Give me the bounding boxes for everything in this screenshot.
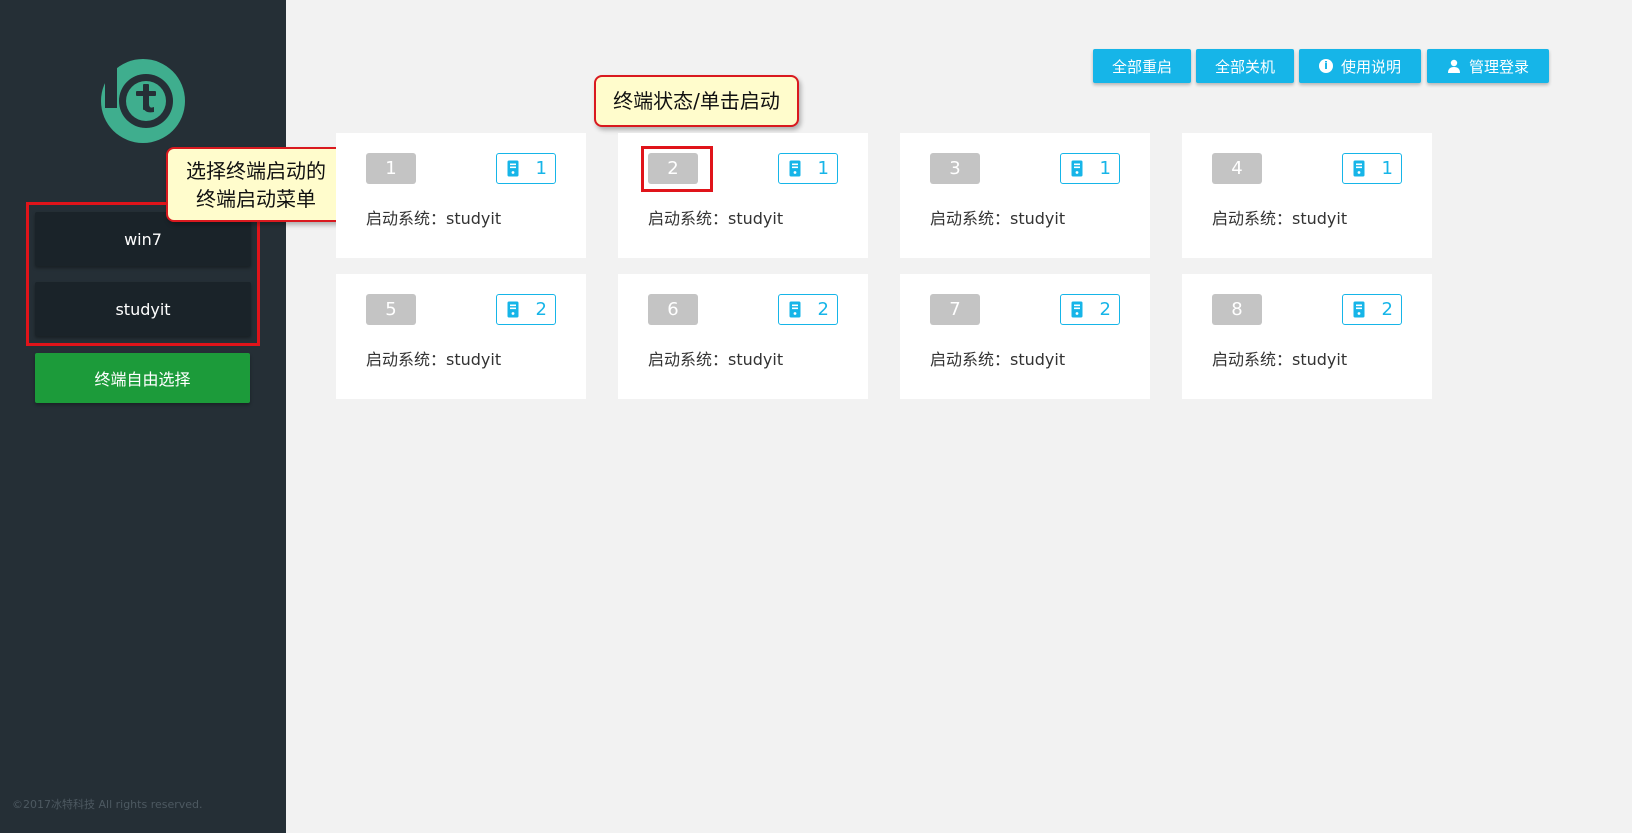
boot-system-line: 启动系统：studyit [366, 346, 501, 370]
terminal-count: 1 [1099, 158, 1111, 179]
callout-terminal-status-text: 终端状态/单击启动 [613, 89, 780, 113]
boot-system-value: studyit [1010, 350, 1066, 369]
boot-system-label: 启动系统： [930, 209, 1011, 228]
boot-system-value: studyit [446, 350, 502, 369]
terminal-count: 1 [817, 158, 829, 179]
terminal-number-badge: 8 [1212, 294, 1262, 325]
terminal-count-badge: 2 [778, 294, 838, 325]
pc-tower-icon [789, 301, 801, 318]
terminal-count-badge: 1 [1060, 153, 1120, 184]
boot-system-label: 启动系统： [648, 350, 729, 369]
boot-system-line: 启动系统：studyit [366, 205, 501, 229]
manual-button[interactable]: i 使用说明 [1299, 49, 1421, 83]
boot-system-label: 启动系统： [1212, 350, 1293, 369]
brand-logo-icon [101, 59, 185, 143]
terminal-count: 2 [817, 299, 829, 320]
free-select-button[interactable]: 终端自由选择 [35, 353, 250, 403]
user-icon [1447, 59, 1460, 73]
boot-system-value: studyit [728, 350, 784, 369]
terminal-number-badge: 1 [366, 153, 416, 184]
pc-tower-icon [507, 160, 519, 177]
boot-system-value: studyit [1292, 350, 1348, 369]
terminal-card-1[interactable]: 1 1 启动系统：studyit [336, 133, 586, 258]
shutdown-all-button[interactable]: 全部关机 [1196, 49, 1294, 83]
boot-system-line: 启动系统：studyit [648, 205, 783, 229]
terminal-number-badge: 4 [1212, 153, 1262, 184]
terminal-card-2[interactable]: 2 1 启动系统：studyit [618, 133, 868, 258]
boot-system-label: 启动系统： [366, 209, 447, 228]
terminal-number-badge: 6 [648, 294, 698, 325]
terminal-card-3[interactable]: 3 1 启动系统：studyit [900, 133, 1150, 258]
callout-terminal-status: 终端状态/单击启动 [594, 75, 799, 127]
terminal-card-5[interactable]: 5 2 启动系统：studyit [336, 274, 586, 399]
terminal-count-badge: 1 [496, 153, 556, 184]
terminal-number-badge: 7 [930, 294, 980, 325]
copyright-text: ©2017冰特科技 All rights reserved. [12, 798, 203, 811]
terminal-card-6[interactable]: 6 2 启动系统：studyit [618, 274, 868, 399]
terminal-number-badge: 5 [366, 294, 416, 325]
boot-system-value: studyit [1292, 209, 1348, 228]
terminal-card-7[interactable]: 7 2 启动系统：studyit [900, 274, 1150, 399]
boot-system-label: 启动系统： [648, 209, 729, 228]
terminal-card-4[interactable]: 4 1 启动系统：studyit [1182, 133, 1432, 258]
boot-menu-item-studyit[interactable]: studyit [35, 282, 251, 336]
restart-all-button[interactable]: 全部重启 [1093, 49, 1191, 83]
terminal-count-badge: 1 [1342, 153, 1402, 184]
terminal-count-badge: 2 [496, 294, 556, 325]
shutdown-all-label: 全部关机 [1214, 57, 1275, 76]
admin-login-button[interactable]: 管理登录 [1427, 49, 1549, 83]
boot-system-value: studyit [446, 209, 502, 228]
terminal-count: 1 [535, 158, 547, 179]
boot-system-line: 启动系统：studyit [930, 346, 1065, 370]
terminal-count: 2 [535, 299, 547, 320]
boot-system-line: 启动系统：studyit [1212, 346, 1347, 370]
callout-boot-menu: 选择终端启动的 终端启动菜单 [166, 147, 346, 222]
admin-login-label: 管理登录 [1468, 57, 1529, 76]
restart-all-label: 全部重启 [1111, 57, 1172, 76]
pc-tower-icon [507, 301, 519, 318]
boot-system-line: 启动系统：studyit [648, 346, 783, 370]
boot-system-label: 启动系统： [1212, 209, 1293, 228]
boot-system-value: studyit [1010, 209, 1066, 228]
terminal-count: 1 [1381, 158, 1393, 179]
terminal-count-badge: 2 [1342, 294, 1402, 325]
pc-tower-icon [1353, 160, 1365, 177]
terminal-count-badge: 1 [778, 153, 838, 184]
pc-tower-icon [1353, 301, 1365, 318]
boot-system-value: studyit [728, 209, 784, 228]
info-icon: i [1318, 59, 1333, 73]
terminal-card-8[interactable]: 8 2 启动系统：studyit [1182, 274, 1432, 399]
pc-tower-icon [1071, 160, 1083, 177]
terminal-status-highlight [641, 146, 713, 192]
terminal-count-badge: 2 [1060, 294, 1120, 325]
boot-system-label: 启动系统： [930, 350, 1011, 369]
callout-boot-menu-text: 选择终端启动的 终端启动菜单 [186, 158, 326, 211]
pc-tower-icon [789, 160, 801, 177]
boot-system-label: 启动系统： [366, 350, 447, 369]
boot-system-line: 启动系统：studyit [930, 205, 1065, 229]
terminal-count: 2 [1099, 299, 1111, 320]
terminal-number-badge: 3 [930, 153, 980, 184]
sidebar: win7 studyit 终端自由选择 ©2017冰特科技 All rights… [0, 0, 286, 833]
boot-system-line: 启动系统：studyit [1212, 205, 1347, 229]
pc-tower-icon [1071, 301, 1083, 318]
manual-label: 使用说明 [1340, 57, 1401, 76]
terminal-count: 2 [1381, 299, 1393, 320]
